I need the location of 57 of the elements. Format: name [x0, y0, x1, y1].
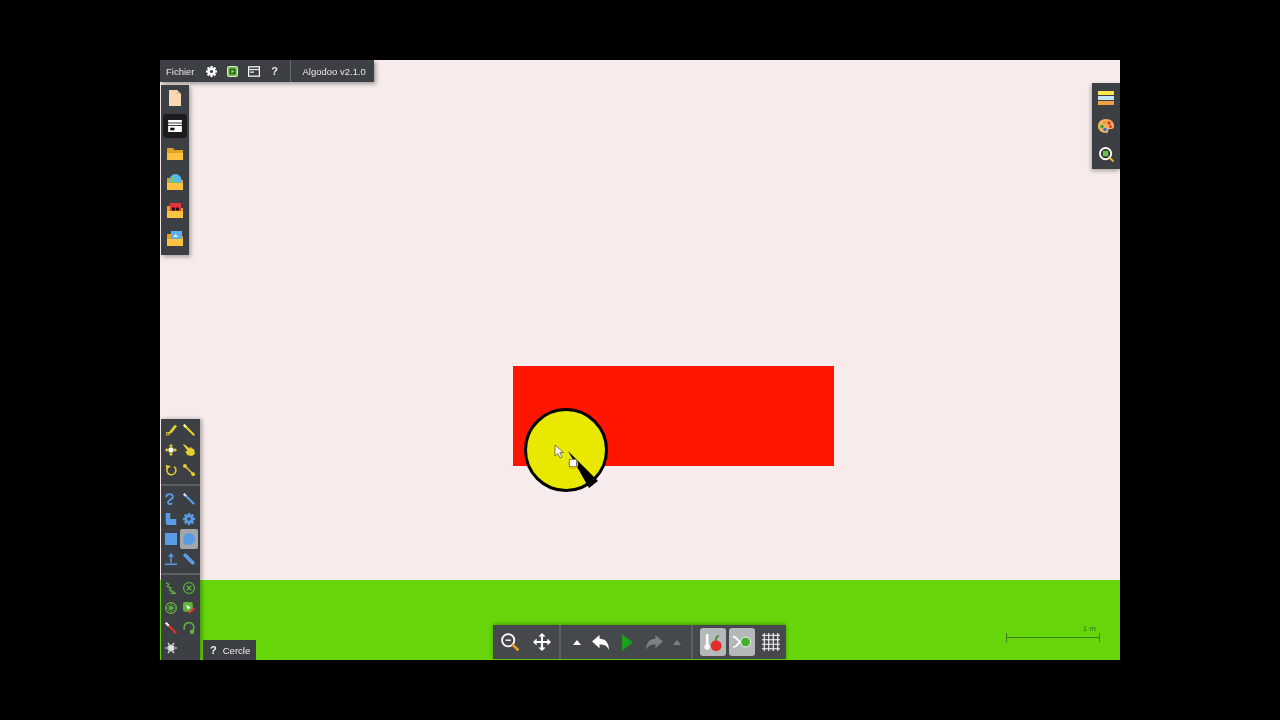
gravity-toggle[interactable]: [700, 628, 726, 656]
circle-icon: [183, 533, 195, 545]
hand-icon: [183, 444, 195, 456]
rotate-icon: [165, 464, 177, 476]
thruster-icon: [183, 622, 195, 634]
burst-icon: [165, 642, 177, 654]
help-button[interactable]: ?: [268, 63, 281, 79]
caret-up-icon: [573, 639, 581, 645]
undo-arrow-icon: [591, 634, 609, 650]
zoom-icon: [501, 633, 519, 651]
gear-icon: [183, 513, 195, 525]
scale-bar-icon: [1006, 633, 1100, 642]
play-square-icon: [227, 65, 238, 77]
air-friction-toggle[interactable]: [729, 628, 755, 656]
magnifier-icon: [1098, 146, 1114, 162]
wheel-icon: [165, 602, 177, 614]
version-label: Algodoo v2.1.0: [302, 65, 366, 77]
file-toolbar-button[interactable]: [163, 114, 187, 138]
help-mark: ?: [210, 644, 217, 656]
folder-picture-icon: [167, 230, 183, 246]
spring-icon: [165, 582, 177, 594]
rope-icon: [165, 493, 177, 505]
settings-button[interactable]: [205, 63, 218, 79]
play-icon: [621, 633, 633, 651]
palette-icon: [1098, 119, 1114, 133]
layers-icon: [1098, 91, 1114, 105]
pen-scribble-icon: [165, 424, 177, 436]
window-button[interactable]: [247, 63, 260, 79]
grid-icon: [762, 633, 780, 651]
settings-icon: [206, 65, 217, 77]
move-arrows-icon: [165, 444, 177, 456]
document-icon: [169, 90, 181, 106]
cross-circle-icon: [183, 582, 195, 594]
laser-icon: [165, 622, 177, 634]
thermometer-apple-icon: [704, 633, 722, 651]
tooltip-text: Cercle: [222, 644, 251, 656]
move-arrows-icon: [533, 633, 551, 651]
redo-arrow-icon: [645, 634, 663, 650]
globe-folder-icon: [167, 174, 183, 190]
wind-circle-icon: [733, 633, 751, 651]
card-icon: [168, 120, 182, 132]
folder-icon: [167, 148, 183, 160]
plane-icon: [165, 553, 177, 565]
square-icon: [165, 533, 177, 545]
knife-icon: [183, 424, 195, 436]
run-button[interactable]: [226, 63, 239, 79]
chain-icon: [183, 553, 195, 565]
polygon-icon: [165, 513, 177, 525]
scale-label: 1 m: [1082, 624, 1097, 633]
tracer-icon: [183, 602, 195, 614]
cursor-icon: [554, 444, 599, 489]
brush-icon: [183, 493, 195, 505]
file-menu[interactable]: Fichier: [166, 63, 197, 79]
folder-sticker-icon: [167, 202, 183, 218]
scale-icon: [183, 464, 195, 476]
window-icon: [247, 65, 260, 77]
caret-up-icon: [673, 639, 681, 645]
